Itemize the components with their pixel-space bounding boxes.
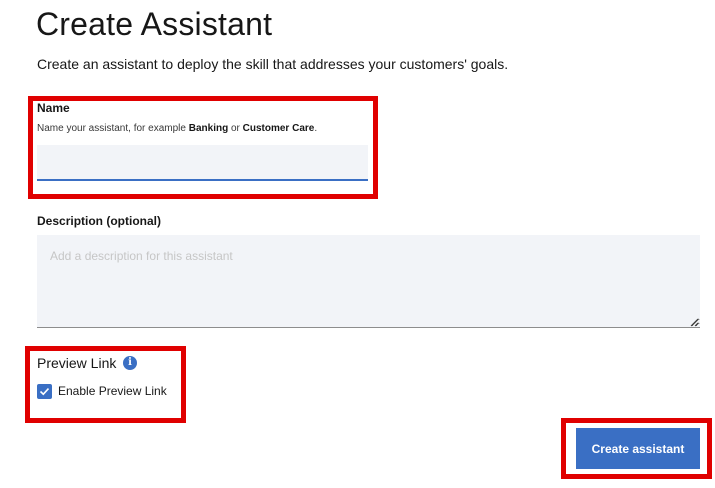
create-assistant-button[interactable]: Create assistant [576,428,700,469]
page-title: Create Assistant [36,6,273,42]
helper-suffix: . [314,123,318,134]
resize-handle-icon[interactable] [690,318,699,327]
description-textarea[interactable] [37,235,700,328]
info-icon[interactable]: i [123,356,137,370]
enable-preview-link-label[interactable]: Enable Preview Link [58,384,167,398]
helper-or: or [228,123,243,134]
description-label: Description (optional) [37,214,161,228]
helper-example-customer-care: Customer Care [242,123,315,134]
assistant-name-input[interactable] [37,145,368,181]
page-subtitle: Create an assistant to deploy the skill … [37,56,509,72]
enable-preview-link-checkbox[interactable] [37,384,52,399]
name-label: Name [37,101,70,115]
preview-link-title: Preview Link [37,355,117,371]
checkmark-icon [39,388,50,396]
create-assistant-page: Create Assistant Create an assistant to … [0,0,715,488]
helper-example-banking: Banking [188,123,229,134]
helper-prefix: Name your assistant, for example [37,123,189,134]
name-helper-text: Name your assistant, for example Banking… [37,123,317,134]
